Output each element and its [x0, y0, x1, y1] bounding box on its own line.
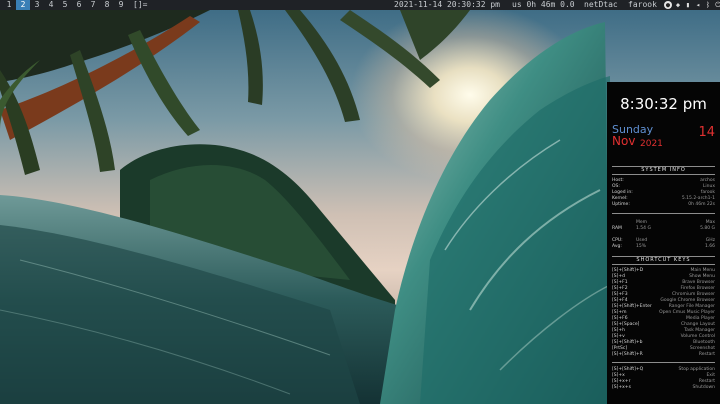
workspace-6[interactable]: 6 — [72, 0, 86, 10]
system-info-list: Host: archos OS: Linux Loged in: farook Ker… — [612, 178, 715, 208]
divider — [612, 213, 715, 214]
divider — [612, 362, 715, 363]
month-label: Nov — [612, 134, 636, 148]
network-name: netDtac — [584, 0, 618, 9]
workspace-2-active[interactable]: 2 — [16, 0, 30, 10]
system-info-title: SYSTEM INFO — [612, 166, 715, 175]
volume-icon[interactable]: ◂ — [694, 1, 702, 9]
workspace-7[interactable]: 7 — [86, 0, 100, 10]
memory-table: Mem Max RAM 1.54 G 5.80 G — [612, 220, 715, 232]
shortcut-row: [S]+x+s Shutdown — [612, 385, 715, 390]
status-bar: 1 2 3 4 5 6 7 8 9 []= 2021-11-14 20:30:3… — [0, 0, 720, 10]
system-tray: ● ◆ ▮ ◂ ᛒ ⏻ — [664, 1, 720, 9]
year-label: 2021 — [640, 139, 663, 149]
layout-indicator[interactable]: []= — [133, 0, 147, 10]
workspace-5[interactable]: 5 — [58, 0, 72, 10]
power-icon[interactable]: ⏻ — [714, 1, 720, 9]
cpu-table: CPU: Used GHz Avg: 15% 1.66 — [612, 238, 715, 250]
table-row: Avg: 15% 1.66 — [612, 244, 715, 249]
conky-panel: 8:30:32 pm Sunday Nov 2021 14 SYSTEM INF… — [607, 82, 720, 404]
workspace-4[interactable]: 4 — [44, 0, 58, 10]
datetime-text: 2021-11-14 20:30:32 pm — [394, 0, 500, 9]
workspace-9[interactable]: 9 — [114, 0, 128, 10]
workspace-list: 1 2 3 4 5 6 7 8 9 — [2, 0, 128, 10]
shortcut-keys-title: SHORTCUT KEYS — [612, 256, 715, 265]
clock-time: 8:30:32 pm — [620, 95, 707, 113]
user-name: farook — [628, 0, 657, 9]
shield-icon[interactable]: ◆ — [674, 1, 682, 9]
shortcut-row: [S]+[Shift]+R Restart — [612, 352, 715, 357]
app-tray-icon[interactable]: ● — [664, 1, 672, 9]
network-icon[interactable]: ▮ — [684, 1, 692, 9]
info-row: Uptime: 0h 46m 22s — [612, 202, 715, 207]
power-key-list: [S]+[Shift]+Q Stop application [S]+x Exit … — [612, 367, 715, 391]
uptime-text: us 0h 46m 0.0 — [512, 0, 575, 9]
table-row: RAM 1.54 G 5.80 G — [612, 226, 715, 231]
workspace-8[interactable]: 8 — [100, 0, 114, 10]
bluetooth-icon[interactable]: ᛒ — [704, 1, 712, 9]
workspace-1[interactable]: 1 — [2, 0, 16, 10]
workspace-3[interactable]: 3 — [30, 0, 44, 10]
day-number: 14 — [698, 125, 715, 140]
shortcut-list: [S]+[Shift]+D Main Menu [S]+d Show Menu [S… — [612, 268, 715, 358]
